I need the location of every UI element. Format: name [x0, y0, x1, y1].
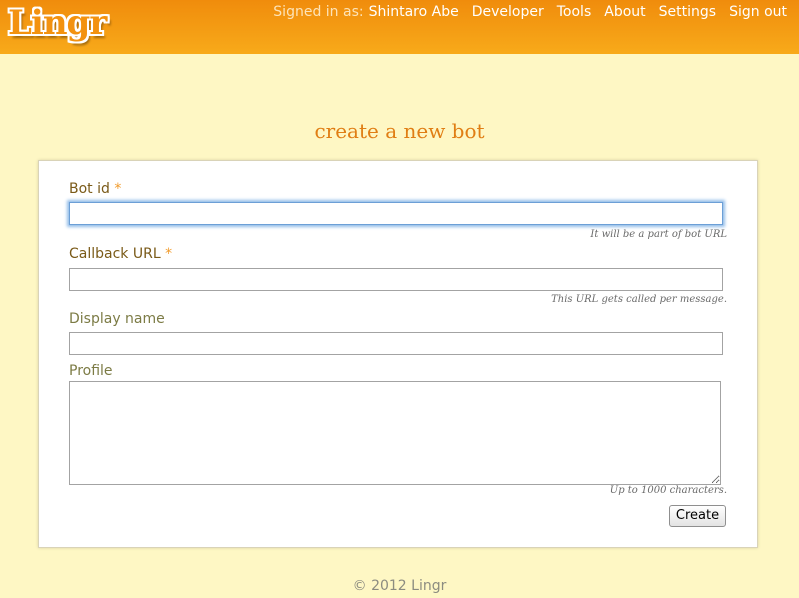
nav-developer[interactable]: Developer [472, 4, 544, 20]
nav-tools[interactable]: Tools [557, 4, 592, 20]
display-name-input[interactable] [69, 332, 723, 355]
top-nav: Signed in as: Shintaro Abe Developer Too… [273, 4, 787, 20]
bot-id-label-text: Bot id [69, 181, 110, 197]
callback-url-label: Callback URL * [69, 246, 172, 262]
create-button[interactable]: Create [669, 505, 726, 527]
signed-in-label: Signed in as: [273, 4, 364, 20]
required-mark: * [114, 181, 122, 197]
callback-url-input[interactable] [69, 268, 723, 291]
lingr-logo[interactable]: Lingr [8, 3, 107, 43]
profile-hint: Up to 1000 characters. [609, 485, 727, 496]
display-name-label: Display name [69, 311, 165, 327]
bot-id-input[interactable] [69, 202, 723, 225]
profile-textarea[interactable] [69, 381, 721, 485]
required-mark: * [165, 246, 173, 262]
nav-sign-out[interactable]: Sign out [729, 4, 787, 20]
callback-url-label-text: Callback URL [69, 246, 161, 262]
footer-copyright: © 2012 Lingr [352, 578, 447, 594]
bot-id-label: Bot id * [69, 181, 121, 197]
user-name-link[interactable]: Shintaro Abe [369, 4, 459, 20]
nav-about[interactable]: About [604, 4, 645, 20]
nav-settings[interactable]: Settings [659, 4, 716, 20]
page-title: create a new bot [314, 119, 485, 143]
create-bot-form: Bot id * It will be a part of bot URL Ca… [38, 160, 758, 548]
top-header: Lingr Signed in as: Shintaro Abe Develop… [0, 0, 799, 54]
profile-label: Profile [69, 363, 113, 379]
bot-id-hint: It will be a part of bot URL [590, 229, 727, 240]
callback-url-hint: This URL gets called per message. [551, 294, 727, 305]
